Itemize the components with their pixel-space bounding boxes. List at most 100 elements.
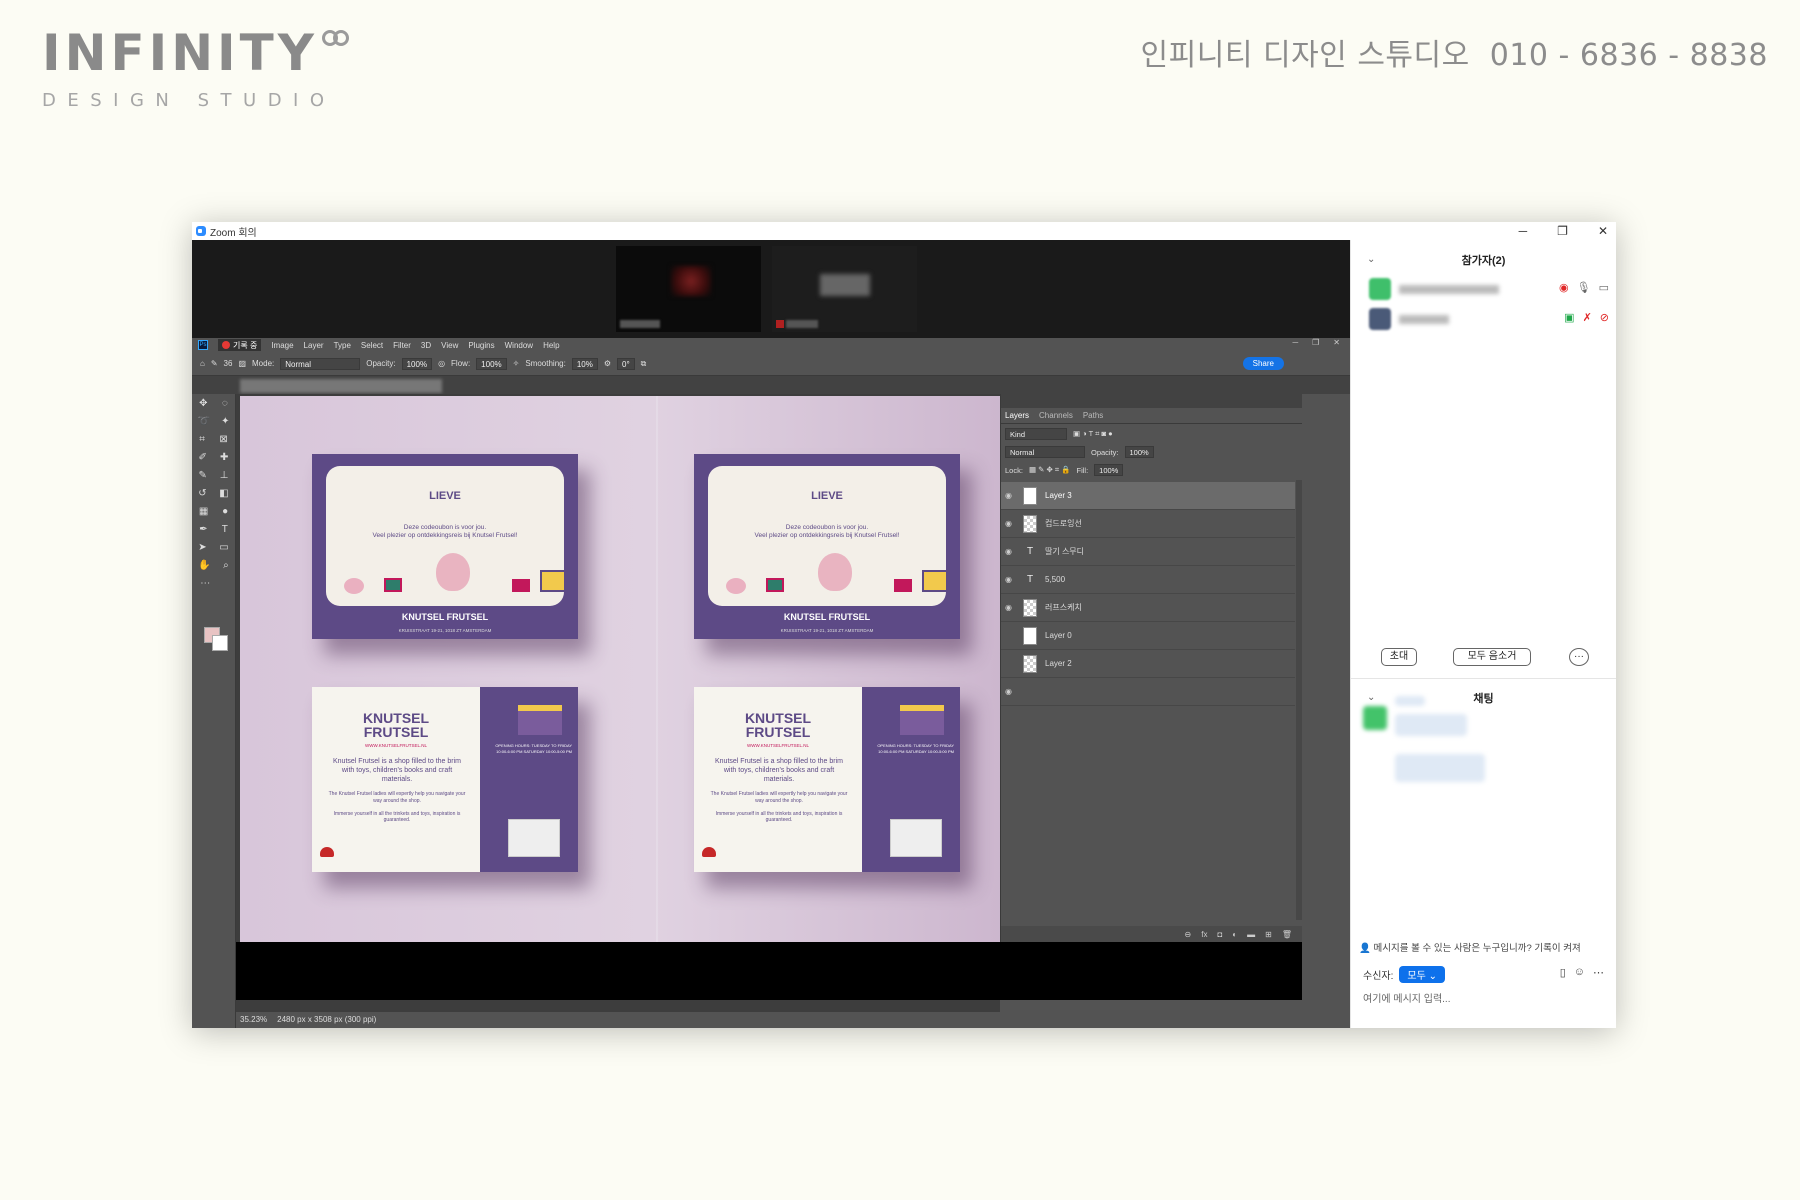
menu-window[interactable]: Window — [505, 341, 533, 350]
mute-all-button[interactable]: 모두 음소거 — [1453, 648, 1531, 666]
symmetry-icon[interactable]: ⧉ — [641, 359, 647, 369]
tab-paths[interactable]: Paths — [1083, 411, 1103, 420]
eraser-icon[interactable]: ◧ — [219, 488, 228, 499]
menu-filter[interactable]: Filter — [393, 341, 411, 350]
layer-row[interactable]: ◉ 컵드로잉선 — [1001, 510, 1295, 538]
smoothing-field[interactable]: 10% — [571, 357, 598, 370]
ps-restore-button[interactable]: ❐ — [1312, 338, 1319, 347]
gradient-icon[interactable]: ▦ — [199, 506, 208, 517]
blend-mode-select[interactable]: Normal — [1005, 446, 1085, 458]
menu-view[interactable]: View — [441, 341, 458, 350]
more-options-button[interactable]: ··· — [1569, 648, 1589, 666]
layer-kind-filter[interactable]: Kind — [1005, 428, 1067, 440]
video-camera-icon[interactable]: ▭ — [1599, 281, 1609, 294]
layers-scrollbar[interactable] — [1296, 480, 1302, 920]
menu-image[interactable]: Image — [271, 341, 293, 350]
type-tool-icon[interactable]: T — [222, 524, 228, 535]
menu-type[interactable]: Type — [334, 341, 351, 350]
menu-plugins[interactable]: Plugins — [468, 341, 494, 350]
chat-visibility-note[interactable]: 👤 메시지를 볼 수 있는 사람은 누구입니까? 기록이 켜져 — [1359, 940, 1613, 954]
shape-tool-icon[interactable]: ▭ — [219, 542, 228, 553]
emoji-icon[interactable]: ☺ — [1574, 966, 1585, 979]
pressure-opacity-icon[interactable]: ◎ — [438, 359, 445, 368]
visibility-eye-icon[interactable]: ◉ — [1005, 519, 1017, 528]
eyedropper-icon[interactable]: ✐ — [199, 452, 207, 463]
magic-wand-icon[interactable]: ✦ — [221, 416, 229, 427]
more-tools-icon[interactable]: ⋯ — [200, 578, 210, 589]
flow-field[interactable]: 100% — [476, 357, 507, 370]
tab-channels[interactable]: Channels — [1039, 411, 1073, 420]
file-icon[interactable]: ▯ — [1560, 966, 1566, 979]
ps-minimize-button[interactable]: ─ — [1292, 338, 1298, 347]
more-icon[interactable]: ⋯ — [1593, 966, 1604, 979]
link-layers-icon[interactable]: ⊖ — [1185, 930, 1192, 939]
zoom-tool-icon[interactable]: ⌕ — [223, 560, 229, 571]
fx-icon[interactable]: fx — [1201, 930, 1207, 939]
brush-tool-icon[interactable]: ✎ — [211, 359, 218, 368]
brush-settings-icon[interactable]: ▨ — [238, 359, 246, 368]
document-info[interactable]: 2480 px x 3508 px (300 ppi) — [277, 1012, 376, 1028]
home-icon[interactable]: ⌂ — [200, 359, 205, 368]
layer-row[interactable]: Layer 2 — [1001, 650, 1295, 678]
microphone-icon[interactable]: 🎙 — [1577, 281, 1591, 294]
background-color-swatch[interactable] — [212, 635, 228, 651]
layer-row[interactable]: Layer 0 — [1001, 622, 1295, 650]
brush-tool-icon[interactable]: ✎ — [198, 470, 206, 481]
brush-size[interactable]: 36 — [224, 359, 233, 368]
zoom-level[interactable]: 35.23% — [240, 1012, 267, 1028]
blur-tool-icon[interactable]: ● — [222, 506, 228, 517]
visibility-eye-icon[interactable]: ◉ — [1005, 547, 1017, 556]
menu-help[interactable]: Help — [543, 341, 559, 350]
share-button[interactable]: Share — [1242, 357, 1284, 370]
participant-row[interactable]: ◉ 🎙 ▭ — [1369, 278, 1609, 300]
video-tile-2[interactable] — [772, 246, 917, 332]
history-brush-icon[interactable]: ↺ — [198, 488, 206, 499]
visibility-eye-icon[interactable]: ◉ — [1005, 491, 1017, 500]
menu-select[interactable]: Select — [361, 341, 383, 350]
hand-tool-icon[interactable]: ✋ — [198, 560, 210, 571]
path-select-icon[interactable]: ➤ — [198, 542, 206, 553]
stamp-tool-icon[interactable]: ⊥ — [220, 470, 229, 481]
opacity-field[interactable]: 100% — [401, 357, 433, 370]
lock-icons[interactable]: ▦ ✎ ✥ ⌗ 🔒 — [1029, 465, 1071, 475]
tab-layers[interactable]: Layers — [1005, 411, 1029, 420]
invite-button[interactable]: 초대 — [1381, 648, 1417, 666]
video-tile-1[interactable] — [616, 246, 761, 332]
layer-row[interactable]: ◉ 러프스케치 — [1001, 594, 1295, 622]
visibility-eye-icon[interactable]: ◉ — [1005, 575, 1017, 584]
layer-opacity-field[interactable]: 100% — [1124, 446, 1154, 458]
mode-select[interactable]: Normal — [280, 357, 361, 370]
adjustment-icon[interactable]: ◐ — [1232, 930, 1237, 939]
ps-close-button[interactable]: ✕ — [1333, 338, 1340, 347]
fill-field[interactable]: 100% — [1094, 464, 1124, 476]
airbrush-icon[interactable]: ✧ — [513, 359, 520, 368]
trash-icon[interactable]: 🗑 — [1282, 930, 1292, 939]
recipient-select[interactable]: 모두 ⌄ — [1399, 966, 1445, 983]
filter-icons[interactable]: ▣ ◑ T ⌗ ◙ ● — [1073, 429, 1113, 439]
mask-icon[interactable]: ◘ — [1217, 930, 1222, 939]
frame-tool-icon[interactable]: ⊠ — [219, 434, 227, 445]
layer-row[interactable]: ◉ Layer 3 — [1001, 482, 1295, 510]
layer-row[interactable]: ◉ T 딸기 스무디 — [1001, 538, 1295, 566]
document-tab[interactable] — [240, 379, 442, 393]
menu-layer[interactable]: Layer — [304, 341, 324, 350]
visibility-eye-icon[interactable]: ◉ — [1005, 687, 1017, 696]
menu-3d[interactable]: 3D — [421, 341, 431, 350]
marquee-tool-icon[interactable]: ◌ — [222, 398, 228, 409]
close-button[interactable]: ✕ — [1598, 224, 1608, 238]
crop-tool-icon[interactable]: ⌗ — [199, 434, 205, 445]
gear-icon[interactable]: ⚙ — [604, 359, 611, 368]
microphone-muted-icon[interactable]: ✗ — [1583, 311, 1592, 324]
visibility-eye-icon[interactable]: ◉ — [1005, 603, 1017, 612]
group-icon[interactable]: ▬ — [1247, 930, 1255, 939]
video-off-icon[interactable]: ⊘ — [1600, 311, 1609, 324]
restore-button[interactable]: ❐ — [1557, 224, 1568, 238]
healing-brush-icon[interactable]: ✚ — [220, 452, 228, 463]
new-layer-icon[interactable]: ⊞ — [1265, 930, 1272, 939]
minimize-button[interactable]: ─ — [1519, 224, 1528, 238]
angle-field[interactable]: 0° — [617, 357, 635, 370]
move-tool-icon[interactable]: ✥ — [199, 398, 207, 409]
document-canvas[interactable]: LIEVE Deze codeoubon is voor jou. Veel pl… — [240, 396, 1060, 954]
layer-row[interactable]: ◉ T 5,500 — [1001, 566, 1295, 594]
participant-row[interactable]: ▣ ✗ ⊘ — [1369, 308, 1609, 330]
